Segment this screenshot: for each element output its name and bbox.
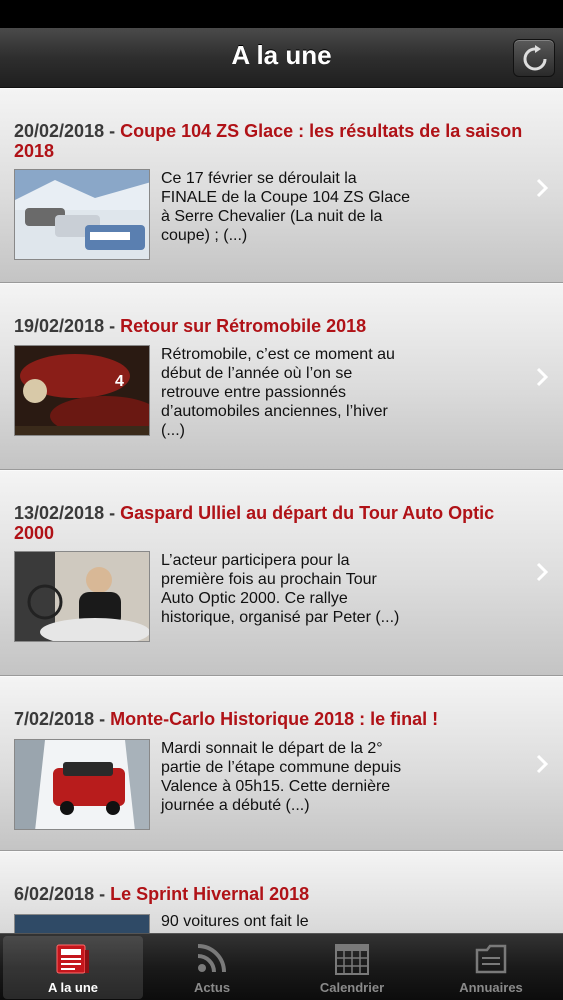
- newspaper-icon: [56, 944, 89, 974]
- article-heading: 19/02/2018 - Retour sur Rétromobile 2018: [14, 316, 533, 336]
- chevron-right-icon: [536, 562, 549, 582]
- separator: -: [109, 121, 121, 141]
- article-heading: 20/02/2018 - Coupe 104 ZS Glace : les ré…: [14, 121, 533, 161]
- article-summary: Mardi sonnait le départ de la 2° partie …: [161, 740, 402, 814]
- page-title: A la une: [231, 40, 332, 70]
- article-heading: 6/02/2018 - Le Sprint Hivernal 2018: [14, 884, 533, 904]
- article-date: 6/02/2018: [14, 884, 95, 904]
- list-item[interactable]: 13/02/2018 - Gaspard Ulliel au départ du…: [0, 470, 563, 676]
- tab-label: A la une: [47, 980, 99, 995]
- chevron-right-icon: [536, 367, 549, 387]
- article-list[interactable]: 20/02/2018 - Coupe 104 ZS Glace : les ré…: [0, 88, 563, 933]
- article-summary: L’acteur participera pour la première fo…: [161, 552, 400, 626]
- refresh-button[interactable]: [513, 39, 555, 77]
- article-date: 13/02/2018: [14, 503, 105, 523]
- separator: -: [99, 884, 111, 904]
- article-thumbnail: [14, 739, 150, 830]
- tab-bar: A la une Actus Calendrier Annuaires: [0, 933, 563, 1000]
- separator: -: [109, 316, 121, 336]
- separator: -: [99, 709, 111, 729]
- chevron-right-icon: [536, 178, 549, 198]
- chevron-right-icon: [536, 754, 549, 774]
- article-date: 7/02/2018: [14, 709, 95, 729]
- article-heading: 13/02/2018 - Gaspard Ulliel au départ du…: [14, 503, 533, 543]
- article-thumbnail: [14, 551, 150, 642]
- refresh-icon: [523, 45, 547, 71]
- article-title: Le Sprint Hivernal 2018: [110, 884, 310, 904]
- navigation-bar: A la une: [0, 28, 563, 88]
- article-summary: 90 voitures ont fait le: [161, 913, 309, 930]
- tab-label: Actus: [193, 980, 231, 995]
- svg-text:4: 4: [115, 373, 124, 390]
- tab-a-la-une[interactable]: A la une: [3, 936, 143, 999]
- list-item[interactable]: 19/02/2018 - Retour sur Rétromobile 2018…: [0, 283, 563, 470]
- article-thumbnail: 4: [14, 345, 150, 436]
- tab-label: Calendrier: [319, 980, 385, 995]
- article-date: 19/02/2018: [14, 316, 105, 336]
- list-item[interactable]: 7/02/2018 - Monte-Carlo Historique 2018 …: [0, 676, 563, 851]
- separator: -: [109, 503, 121, 523]
- rss-icon: [197, 944, 226, 973]
- tab-actus[interactable]: Actus: [142, 936, 282, 999]
- list-item[interactable]: 6/02/2018 - Le Sprint Hivernal 2018 90 v…: [0, 851, 563, 933]
- article-title: Monte-Carlo Historique 2018 : le final !: [110, 709, 439, 729]
- status-bar: [0, 0, 563, 28]
- tab-annuaires[interactable]: Annuaires: [421, 936, 561, 999]
- article-thumbnail: [14, 914, 150, 933]
- tab-label: Annuaires: [459, 980, 523, 995]
- article-summary: Rétromobile, c’est ce moment au début de…: [161, 346, 395, 439]
- tab-calendrier[interactable]: Calendrier: [282, 936, 422, 999]
- directory-icon: [475, 944, 507, 974]
- calendar-icon: [335, 944, 369, 975]
- article-heading: 7/02/2018 - Monte-Carlo Historique 2018 …: [14, 709, 533, 729]
- article-date: 20/02/2018: [14, 121, 105, 141]
- list-item[interactable]: 20/02/2018 - Coupe 104 ZS Glace : les ré…: [0, 88, 563, 283]
- article-thumbnail: [14, 169, 150, 260]
- article-title: Retour sur Rétromobile 2018: [120, 316, 367, 336]
- article-summary: Ce 17 février se déroulait la FINALE de …: [161, 170, 411, 244]
